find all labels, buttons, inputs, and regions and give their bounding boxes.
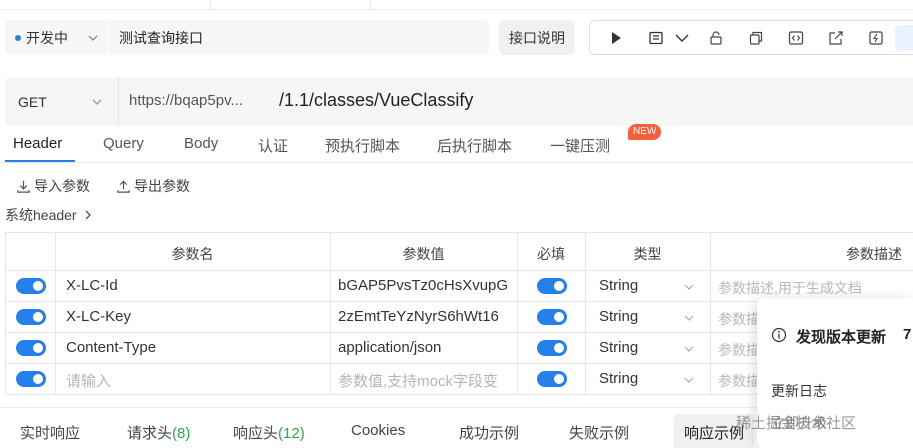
base-url[interactable]: https://bqap5pv... — [129, 92, 243, 109]
tab-body[interactable]: Body — [184, 135, 218, 152]
enable-toggle[interactable] — [16, 371, 46, 387]
status-dot — [15, 34, 21, 41]
update-popup-number: 7 — [903, 326, 912, 343]
enable-toggle[interactable] — [16, 309, 46, 325]
api-doc-button[interactable]: 接口说明 — [499, 20, 575, 55]
chevron-down-icon[interactable] — [674, 30, 690, 46]
param-desc-input[interactable]: 参数描述,用于生成文档 — [718, 278, 908, 298]
tab-header[interactable]: Header — [13, 135, 62, 152]
upload-icon — [117, 179, 130, 193]
required-toggle[interactable] — [537, 371, 567, 387]
param-value-input[interactable]: application/json — [338, 339, 514, 356]
url-path-input[interactable]: /1.1/classes/VueClassify — [279, 90, 473, 111]
tab-response-example[interactable]: 响应示例 — [684, 422, 744, 443]
tab-success-example[interactable]: 成功示例 — [459, 422, 519, 443]
type-select[interactable]: String — [599, 339, 638, 356]
system-header-toggle[interactable]: 系统header — [5, 205, 95, 225]
chevron-right-icon — [85, 210, 91, 220]
url-divider — [118, 77, 119, 126]
tab-stress-test[interactable]: 一键压测 — [550, 135, 610, 156]
copy-icon[interactable] — [748, 30, 764, 46]
tab-fail-example[interactable]: 失败示例 — [569, 422, 629, 443]
tab-divider — [370, 0, 371, 10]
tab-divider — [210, 0, 211, 10]
column-header-type: 类型 — [633, 246, 662, 262]
more-icon[interactable] — [895, 25, 913, 51]
api-name-input[interactable]: 测试查询接口 — [109, 20, 489, 55]
param-name-input[interactable]: X-LC-Id — [66, 277, 326, 294]
request-headers-count: (8) — [172, 425, 191, 442]
tab-post-script[interactable]: 后执行脚本 — [437, 135, 512, 156]
download-icon — [17, 180, 30, 193]
method-select[interactable]: GET — [18, 94, 47, 110]
import-params-button[interactable]: 导入参数 — [16, 176, 90, 196]
tab-request-headers-label: 请求头 — [127, 425, 173, 442]
export-params-label: 导出参数 — [134, 178, 190, 194]
code-icon[interactable] — [788, 30, 804, 46]
tab-pre-script[interactable]: 预执行脚本 — [325, 135, 400, 156]
tab-request-headers[interactable]: 请求头(8) — [127, 422, 190, 443]
toolbar — [589, 20, 913, 55]
column-header-name: 参数名 — [171, 246, 214, 262]
status-select[interactable]: 开发中 — [5, 20, 108, 55]
required-toggle[interactable] — [537, 309, 567, 325]
changelog-link[interactable]: 更新日志 — [771, 381, 827, 401]
status-label: 开发中 — [26, 29, 68, 46]
chevron-down-icon — [684, 377, 694, 383]
lock-icon[interactable] — [708, 30, 724, 46]
column-header-desc: 参数描述 — [846, 246, 902, 262]
save-icon[interactable] — [648, 30, 664, 46]
tab-response-headers-label: 响应头 — [233, 425, 279, 442]
play-icon[interactable] — [608, 30, 624, 46]
tab-cookies[interactable]: Cookies — [351, 422, 405, 439]
param-value-input[interactable]: 参数值,支持mock字段变 — [338, 370, 514, 391]
chevron-down-icon[interactable] — [91, 96, 103, 108]
param-name-input[interactable]: 请输入 — [66, 370, 326, 391]
tab-auth[interactable]: 认证 — [258, 135, 288, 156]
tab-query[interactable]: Query — [103, 135, 144, 152]
type-select[interactable]: String — [599, 277, 638, 294]
table-header-row: 参数名 参数值 必填 类型 参数描述 — [6, 233, 913, 271]
import-params-label: 导入参数 — [34, 178, 90, 194]
required-toggle[interactable] — [537, 340, 567, 356]
update-popup-title: 发现版本更新 — [796, 329, 887, 346]
enable-toggle[interactable] — [16, 340, 46, 356]
required-toggle[interactable] — [537, 278, 567, 294]
share-icon[interactable] — [828, 30, 844, 46]
info-icon — [771, 327, 787, 343]
param-name-input[interactable]: Content-Type — [66, 339, 326, 356]
system-header-label: 系统header — [5, 207, 77, 223]
response-headers-count: (12) — [278, 425, 305, 442]
chevron-down-icon — [684, 346, 694, 352]
top-tab-strip — [0, 0, 913, 10]
column-header-value: 参数值 — [402, 246, 445, 262]
tabs-divider — [0, 162, 913, 163]
chevron-down-icon — [684, 315, 694, 321]
param-value-input[interactable]: 2zEmtTeYzNyrS6hWt16 — [338, 308, 514, 325]
tab-realtime-response[interactable]: 实时响应 — [20, 422, 80, 443]
watermark: 稀土掘金技术社区 — [736, 415, 857, 432]
new-badge: NEW — [628, 124, 662, 140]
chevron-down-icon — [684, 284, 694, 290]
type-select[interactable]: String — [599, 308, 638, 325]
tab-response-headers[interactable]: 响应头(12) — [233, 422, 305, 443]
column-header-required: 必填 — [537, 246, 565, 262]
export-params-button[interactable]: 导出参数 — [116, 176, 190, 196]
param-value-input[interactable]: bGAP5PvsTz0cHsXvupG — [338, 277, 514, 294]
param-name-input[interactable]: X-LC-Key — [66, 308, 326, 325]
chevron-down-icon — [88, 35, 98, 41]
url-bar: GET https://bqap5pv... /1.1/classes/VueC… — [5, 77, 913, 126]
type-select[interactable]: String — [599, 370, 638, 387]
export-icon[interactable] — [868, 30, 884, 46]
enable-toggle[interactable] — [16, 278, 46, 294]
